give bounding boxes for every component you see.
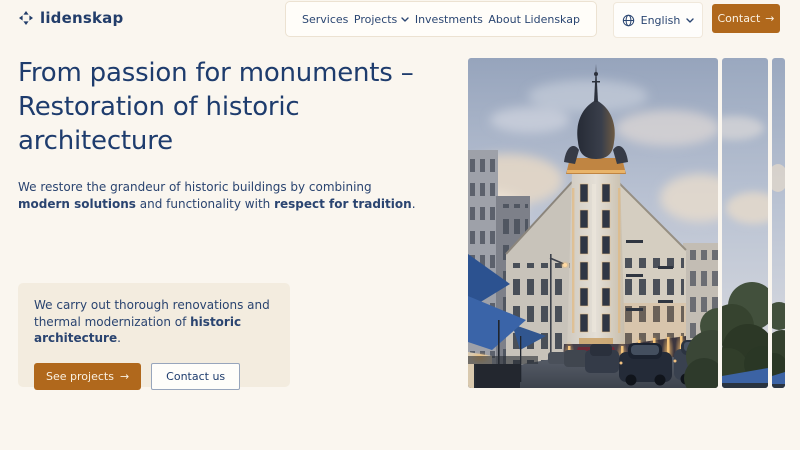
intro-text: . [412, 197, 416, 211]
hero-photo-preview-1 [722, 58, 768, 388]
hero-card-text: We carry out thorough renovations and th… [34, 297, 274, 347]
contact-us-button[interactable]: Contact us [151, 363, 240, 390]
hero-card-buttons: See projects → Contact us [34, 363, 274, 390]
page-title: From passion for monuments – Restoration… [18, 56, 448, 158]
arrow-right-icon: → [765, 12, 774, 25]
hero-carousel-slide-current[interactable] [468, 58, 718, 388]
chevron-down-icon [686, 18, 694, 23]
contact-button[interactable]: Contact → [712, 4, 780, 33]
intro-text: and functionality with [136, 197, 274, 211]
hero-photo-illustration [468, 58, 718, 388]
hero-intro-text: We restore the grandeur of historic buil… [18, 179, 418, 212]
brand-logo[interactable]: lidenskap [18, 9, 123, 27]
nav-item-label: Projects [354, 13, 397, 26]
nav-item-services[interactable]: Services [302, 13, 348, 26]
language-selected: English [641, 14, 681, 27]
contact-us-label: Contact us [166, 370, 225, 383]
nav-item-label: Investments [415, 13, 483, 26]
nav-item-label: About Lidenskap [488, 13, 580, 26]
intro-text: We restore the grandeur of historic buil… [18, 180, 372, 194]
intro-bold-text: respect for tradition [274, 197, 412, 211]
hero-carousel-slide-next-1[interactable] [722, 58, 768, 388]
see-projects-label: See projects [46, 370, 114, 383]
nav-item-projects[interactable]: Projects [354, 13, 409, 26]
nav-item-investments[interactable]: Investments [415, 13, 483, 26]
arrow-right-icon: → [120, 370, 129, 383]
hero-card: We carry out thorough renovations and th… [18, 283, 290, 387]
hero-carousel-slide-next-2[interactable] [772, 58, 785, 388]
hero-photo-preview-2 [772, 58, 785, 388]
nav-item-about[interactable]: About Lidenskap [488, 13, 580, 26]
main-nav: Services Projects Investments About Lide… [285, 1, 597, 37]
page-title-line: architecture [18, 124, 448, 158]
card-text: . [117, 331, 121, 345]
brand-logo-icon [18, 10, 34, 26]
language-selector[interactable]: English [613, 2, 703, 38]
page-title-line: From passion for monuments – [18, 56, 448, 90]
see-projects-button[interactable]: See projects → [34, 363, 141, 390]
globe-icon [622, 14, 635, 27]
contact-button-label: Contact [718, 12, 761, 25]
page-title-line: Restoration of historic [18, 90, 448, 124]
brand-name: lidenskap [40, 9, 123, 27]
chevron-down-icon [401, 17, 409, 22]
nav-item-label: Services [302, 13, 348, 26]
intro-bold-text: modern solutions [18, 197, 136, 211]
